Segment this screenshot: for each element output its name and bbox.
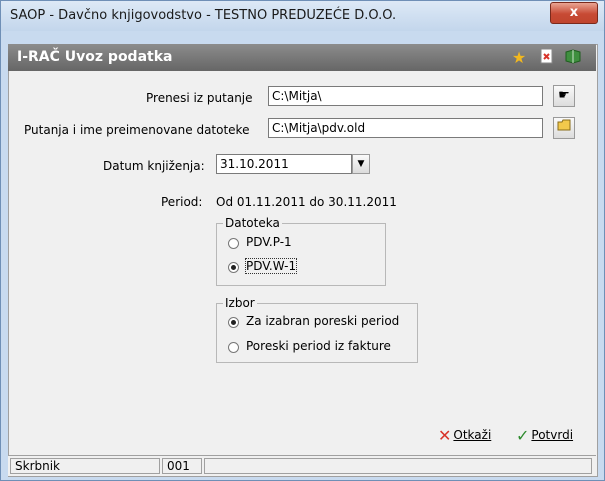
close-button[interactable]: x: [550, 2, 598, 24]
source-path-label: Prenesi iz putanje: [146, 91, 253, 105]
period-label: Period:: [161, 195, 203, 209]
choice-groupbox: Izbor: [216, 296, 418, 363]
status-user: Skrbnik: [10, 458, 160, 474]
renamed-path-label: Putanja i ime preimenovane datoteke: [24, 123, 250, 137]
radio-selected-period[interactable]: [228, 317, 239, 328]
status-bar: Skrbnik 001: [8, 455, 596, 476]
date-field[interactable]: 31.10.2011: [216, 154, 352, 174]
check-icon: ✓: [516, 426, 530, 445]
exit-icon[interactable]: [537, 48, 557, 68]
dialog-header: I-RAČ Uvoz podatka ★: [8, 44, 596, 71]
radio-pdv-w1-label[interactable]: PDV.W-1: [244, 258, 298, 274]
status-empty-panel: [204, 458, 592, 474]
title-bar[interactable]: SAOP - Davčno knjigovodstvo - TESTNO PRE…: [1, 1, 604, 31]
book-icon[interactable]: [563, 48, 583, 68]
choice-group-title: Izbor: [223, 296, 257, 310]
renamed-path-input[interactable]: C:\Mitja\pdv.old: [268, 118, 543, 138]
confirm-label: Potvrdi: [531, 428, 574, 442]
radio-pdv-p1-label[interactable]: PDV.P-1: [246, 235, 292, 249]
status-code: 001: [162, 458, 202, 474]
cancel-button[interactable]: ✕ Otkaži: [438, 426, 491, 445]
radio-selected-period-label[interactable]: Za izabran poreski period: [246, 314, 399, 328]
radio-invoice-period-label[interactable]: Poreski period iz fakture: [246, 339, 391, 353]
radio-invoice-period[interactable]: [228, 342, 239, 353]
x-icon: ✕: [438, 426, 452, 445]
source-path-input[interactable]: C:\Mitja\: [268, 86, 543, 106]
period-value: Od 01.11.2011 do 30.11.2011: [216, 195, 397, 209]
star-icon[interactable]: ★: [509, 48, 529, 68]
window-title: SAOP - Davčno knjigovodstvo - TESTNO PRE…: [10, 8, 397, 23]
radio-pdv-w1[interactable]: [228, 262, 239, 273]
date-dropdown-button[interactable]: ▼: [352, 154, 370, 174]
header-title: I-RAČ Uvoz podatka: [17, 49, 173, 65]
cancel-label: Otkaži: [453, 428, 492, 442]
chevron-down-icon: ▼: [357, 159, 365, 169]
file-group-title: Datoteka: [223, 216, 282, 230]
confirm-button[interactable]: ✓ Potvrdi: [516, 426, 573, 445]
date-label: Datum knjiženja:: [103, 159, 205, 173]
close-icon: x: [569, 5, 579, 20]
file-groupbox: Datoteka: [216, 216, 386, 286]
radio-pdv-p1[interactable]: [228, 238, 239, 249]
browse-source-button[interactable]: ☛: [553, 85, 575, 107]
browse-renamed-button[interactable]: [553, 117, 575, 139]
folder-icon: [557, 119, 571, 135]
hand-icon: ☛: [558, 88, 570, 103]
